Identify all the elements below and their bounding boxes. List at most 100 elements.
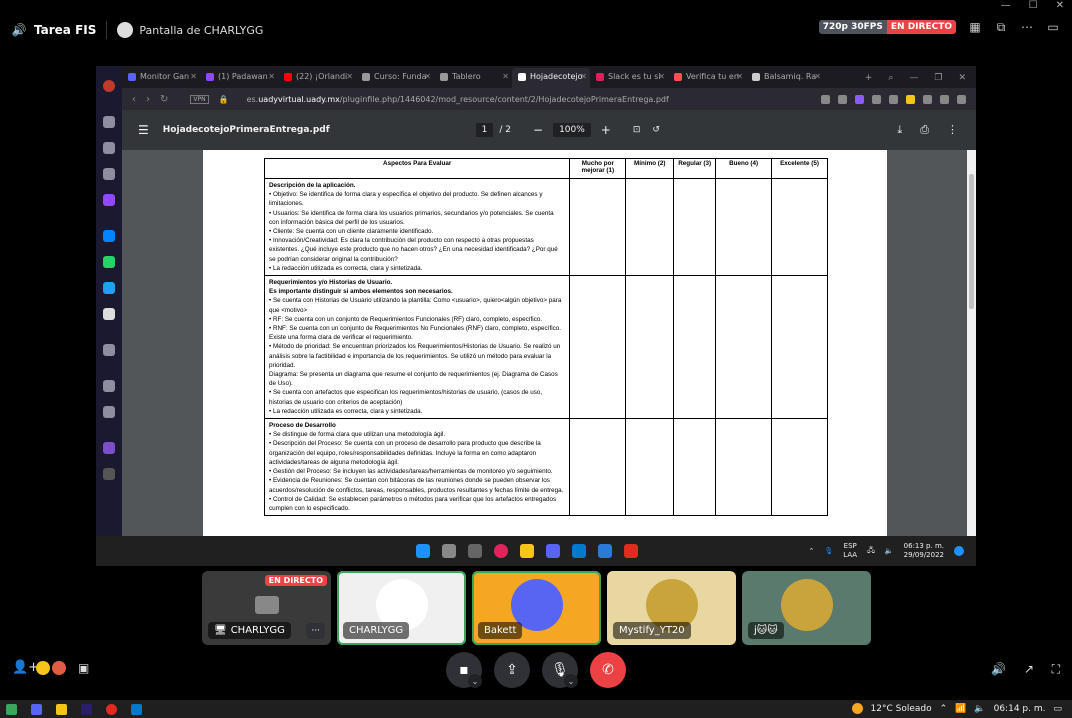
scrollbar[interactable] <box>967 150 976 536</box>
fullscreen-icon[interactable]: ⛶ <box>1052 662 1060 677</box>
extensions-icon[interactable] <box>103 442 115 454</box>
chevron-up-icon[interactable]: ⌃ <box>940 704 948 714</box>
activity-icon[interactable]: ▣ <box>78 661 89 675</box>
xbox-icon[interactable] <box>6 703 17 715</box>
activity-avatar[interactable] <box>52 661 66 675</box>
close-tab-icon[interactable]: ✕ <box>814 72 821 81</box>
restore-icon[interactable]: ❐ <box>934 73 942 83</box>
grid-icon[interactable]: ▦ <box>968 20 982 34</box>
bag-icon[interactable] <box>103 168 115 180</box>
popout-icon[interactable]: ↗ <box>1024 662 1034 676</box>
zoom-in-icon[interactable]: + <box>601 123 611 137</box>
opera-icon[interactable] <box>494 544 508 558</box>
participant-tile[interactable]: EN DIRECTO 🖥 CHARLYGG ··· <box>202 571 331 645</box>
shield-icon[interactable] <box>855 94 864 104</box>
browser-tab[interactable]: (1) Padawan ✕ <box>200 68 278 88</box>
search-icon[interactable] <box>442 544 456 558</box>
browser-tab[interactable]: Balsamiq. Ra ✕ <box>746 68 824 88</box>
heart-icon[interactable] <box>103 380 115 392</box>
volume-icon[interactable]: 🔈 <box>885 547 894 555</box>
cube-icon[interactable] <box>923 94 932 104</box>
participant-tile[interactable]: Bakett <box>472 571 601 645</box>
chevron-up-icon[interactable]: ⌃ <box>809 547 815 555</box>
new-tab-icon[interactable]: + <box>865 73 873 83</box>
participant-tile[interactable]: Mystify_YT20 <box>607 571 736 645</box>
rotate-icon[interactable]: ↺ <box>652 125 660 135</box>
browser-tab[interactable]: Tablero ✕ <box>434 68 512 88</box>
weather-text[interactable]: 12°C Soleado <box>871 704 932 714</box>
browser-tab[interactable]: Curso: Funda ✕ <box>356 68 434 88</box>
menu-icon[interactable]: ☰ <box>138 123 149 137</box>
vscode-icon[interactable] <box>131 703 142 715</box>
close-tab-icon[interactable]: ✕ <box>736 72 743 81</box>
browser-tab[interactable]: Slack es tu si ✕ <box>590 68 668 88</box>
close-tab-icon[interactable]: ✕ <box>502 72 509 81</box>
popout-icon[interactable]: ⧉ <box>994 20 1008 34</box>
opera-icon[interactable] <box>103 80 115 92</box>
url-field[interactable]: es.uadyvirtual.uady.mx/pluginfile.php/14… <box>247 95 669 104</box>
participant-tile[interactable]: CHARLYGG <box>337 571 466 645</box>
close-icon[interactable]: ✕ <box>958 73 966 83</box>
more-icon[interactable]: ⋯ <box>1020 20 1034 34</box>
download-icon[interactable] <box>940 94 949 104</box>
whatsapp-icon[interactable] <box>103 256 115 268</box>
browser-tab[interactable]: Hojadecotejo ✕ <box>512 68 590 88</box>
record-icon[interactable] <box>106 703 117 715</box>
minimize-icon[interactable]: — <box>909 73 918 83</box>
discord-icon[interactable] <box>546 544 560 558</box>
task-view-icon[interactable] <box>468 544 482 558</box>
mic-icon[interactable]: 🎙 <box>824 547 833 555</box>
network-icon[interactable]: 🖧 <box>867 546 875 557</box>
screen-share-button[interactable]: ⇪ <box>494 652 530 688</box>
more-options-button[interactable]: ··· <box>306 623 325 639</box>
vscode-icon[interactable] <box>572 544 586 558</box>
browser-tab[interactable]: Monitor Gan ✕ <box>122 68 200 88</box>
chat-icon[interactable]: ▭ <box>1046 20 1060 34</box>
close-tab-icon[interactable]: ✕ <box>424 72 431 81</box>
close-tab-icon[interactable]: ✕ <box>658 72 665 81</box>
forward-icon[interactable]: › <box>146 94 150 105</box>
chevron-down-icon[interactable]: ⌄ <box>468 674 482 688</box>
back-icon[interactable]: ‹ <box>132 94 136 105</box>
share-icon[interactable] <box>821 94 830 104</box>
more-options-icon[interactable]: ⋮ <box>947 123 958 137</box>
close-button[interactable]: ✕ <box>1056 0 1064 11</box>
volume-icon[interactable]: 🔈 <box>974 704 985 714</box>
pdf-viewport[interactable]: Aspectos Para Evaluar Mucho por mejorar (… <box>122 150 967 536</box>
zoom-level[interactable]: 100% <box>553 123 591 137</box>
wallet-icon[interactable] <box>906 94 915 104</box>
print-icon[interactable]: ⎙ <box>920 123 929 137</box>
disconnect-button[interactable]: ✆ <box>590 652 626 688</box>
folder-icon[interactable] <box>56 703 67 715</box>
discord-icon[interactable] <box>31 703 42 715</box>
gamepad-icon[interactable] <box>103 116 115 128</box>
twitter-icon[interactable] <box>103 282 115 294</box>
chevron-down-icon[interactable]: ⌄ <box>564 674 578 688</box>
reload-icon[interactable]: ↻ <box>160 94 168 105</box>
player-icon[interactable] <box>103 344 115 356</box>
messenger-icon[interactable] <box>103 230 115 242</box>
close-tab-icon[interactable]: ✕ <box>346 72 353 81</box>
chat-icon[interactable]: ▭ <box>1053 704 1062 714</box>
more-dots-icon[interactable] <box>103 468 115 480</box>
premiere-icon[interactable] <box>81 703 92 715</box>
vpn-badge[interactable]: VPN <box>190 94 209 104</box>
close-tab-icon[interactable]: ✕ <box>190 72 197 81</box>
discord-app-icon[interactable] <box>103 308 115 320</box>
camera-icon[interactable] <box>838 94 847 104</box>
notification-badge[interactable] <box>954 546 964 556</box>
browser-tab[interactable]: Verifica tu en ✕ <box>668 68 746 88</box>
maximize-button[interactable]: ☐ <box>1029 0 1038 11</box>
send-icon[interactable] <box>872 94 881 104</box>
wifi-icon[interactable]: 📶 <box>955 704 966 714</box>
folder-icon[interactable] <box>520 544 534 558</box>
volume-icon[interactable]: 🔊 <box>991 662 1006 676</box>
close-tab-icon[interactable]: ✕ <box>268 72 275 81</box>
close-tab-icon[interactable]: ✕ <box>580 72 587 81</box>
menu-icon[interactable] <box>957 94 966 104</box>
twitch-icon[interactable] <box>103 194 115 206</box>
page-number[interactable]: 1 <box>475 123 494 137</box>
windows-start-icon[interactable] <box>416 544 430 558</box>
speed-icon[interactable] <box>103 142 115 154</box>
fit-page-icon[interactable]: ⊡ <box>633 125 641 135</box>
